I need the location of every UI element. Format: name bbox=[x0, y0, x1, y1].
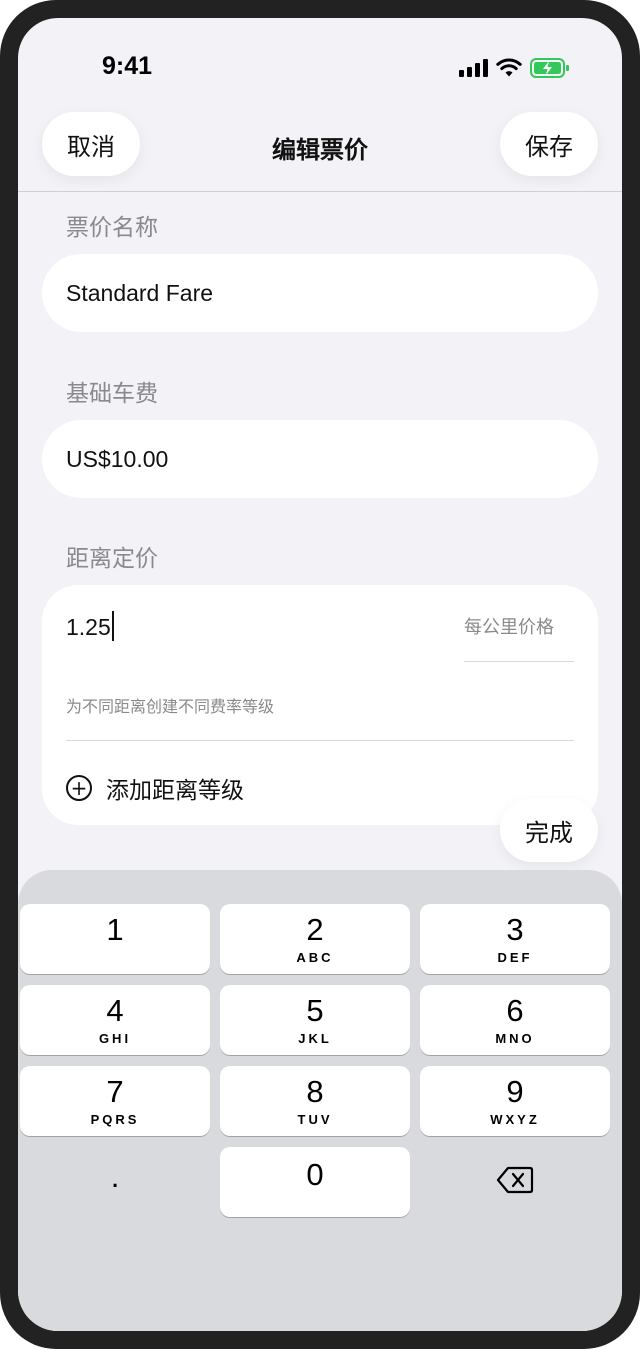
key-0[interactable]: 0 bbox=[220, 1147, 410, 1217]
key-5-letters: JKL bbox=[298, 1031, 332, 1046]
rate-input-value: 1.25 bbox=[66, 614, 111, 640]
tier-hint: 为不同距离创建不同费率等级 bbox=[66, 697, 275, 716]
base-fare-input[interactable]: US$10.00 bbox=[42, 420, 598, 498]
delete-key[interactable] bbox=[420, 1147, 610, 1217]
key-8-letters: TUV bbox=[297, 1112, 333, 1127]
key-2-letters: ABC bbox=[296, 950, 334, 965]
key-0-digit: 0 bbox=[306, 1157, 324, 1192]
key-1-digit: 1 bbox=[106, 912, 124, 947]
distance-pricing-card: 1.25 每公里价格 为不同距离创建不同费率等级 + 添加距离等级 bbox=[42, 585, 598, 825]
add-distance-tier-label: 添加距离等级 bbox=[106, 778, 244, 804]
key-decimal-symbol: . bbox=[110, 1159, 120, 1194]
key-5-digit: 5 bbox=[306, 993, 324, 1028]
key-6-letters: MNO bbox=[495, 1031, 535, 1046]
key-decimal[interactable]: . bbox=[20, 1147, 210, 1217]
battery-charging-icon bbox=[530, 58, 569, 78]
fare-name-input[interactable]: Standard Fare bbox=[42, 254, 598, 332]
add-distance-tier-button[interactable]: + 添加距离等级 bbox=[66, 771, 244, 805]
rate-input[interactable]: 1.25 bbox=[66, 611, 114, 641]
key-4-digit: 4 bbox=[106, 993, 124, 1028]
screen: 9:41 取消 编辑票价 保存 票价名称 Standard Fare 基础车费 … bbox=[18, 18, 622, 1331]
card-divider bbox=[66, 740, 574, 741]
key-7-digit: 7 bbox=[106, 1074, 124, 1109]
key-6-digit: 6 bbox=[506, 993, 524, 1028]
key-9-digit: 9 bbox=[506, 1074, 524, 1109]
key-3[interactable]: 3 DEF bbox=[420, 904, 610, 974]
key-8-digit: 8 bbox=[306, 1074, 324, 1109]
done-button[interactable]: 完成 bbox=[500, 798, 598, 862]
base-fare-label: 基础车费 bbox=[66, 381, 158, 407]
numeric-keypad: 1 2 ABC 3 DEF 4 GHI 5 JKL 6 MNO 7 PQRS 8… bbox=[18, 870, 622, 1331]
key-1[interactable]: 1 bbox=[20, 904, 210, 974]
key-9-letters: WXYZ bbox=[490, 1112, 540, 1127]
save-button[interactable]: 保存 bbox=[500, 112, 598, 176]
key-5[interactable]: 5 JKL bbox=[220, 985, 410, 1055]
key-3-letters: DEF bbox=[497, 950, 533, 965]
key-8[interactable]: 8 TUV bbox=[220, 1066, 410, 1136]
rate-unit-label: 每公里价格 bbox=[464, 617, 554, 638]
key-2-digit: 2 bbox=[306, 912, 324, 947]
wifi-icon bbox=[496, 58, 522, 77]
backspace-icon bbox=[496, 1166, 534, 1194]
distance-pricing-label: 距离定价 bbox=[66, 546, 158, 572]
key-3-digit: 3 bbox=[506, 912, 524, 947]
key-7[interactable]: 7 PQRS bbox=[20, 1066, 210, 1136]
device-frame: 9:41 取消 编辑票价 保存 票价名称 Standard Fare 基础车费 … bbox=[0, 0, 640, 1349]
key-2[interactable]: 2 ABC bbox=[220, 904, 410, 974]
key-4[interactable]: 4 GHI bbox=[20, 985, 210, 1055]
key-4-letters: GHI bbox=[98, 1031, 132, 1046]
nav-bar: 取消 编辑票价 保存 bbox=[18, 108, 622, 192]
status-time: 9:41 bbox=[102, 52, 153, 80]
key-9[interactable]: 9 WXYZ bbox=[420, 1066, 610, 1136]
key-7-letters: PQRS bbox=[90, 1112, 140, 1127]
status-icons bbox=[459, 56, 570, 80]
key-6[interactable]: 6 MNO bbox=[420, 985, 610, 1055]
cellular-signal-icon bbox=[459, 59, 488, 77]
plus-circle-icon: + bbox=[66, 775, 92, 801]
text-caret bbox=[111, 611, 114, 641]
unit-underline bbox=[464, 661, 574, 662]
fare-name-label: 票价名称 bbox=[66, 215, 158, 241]
